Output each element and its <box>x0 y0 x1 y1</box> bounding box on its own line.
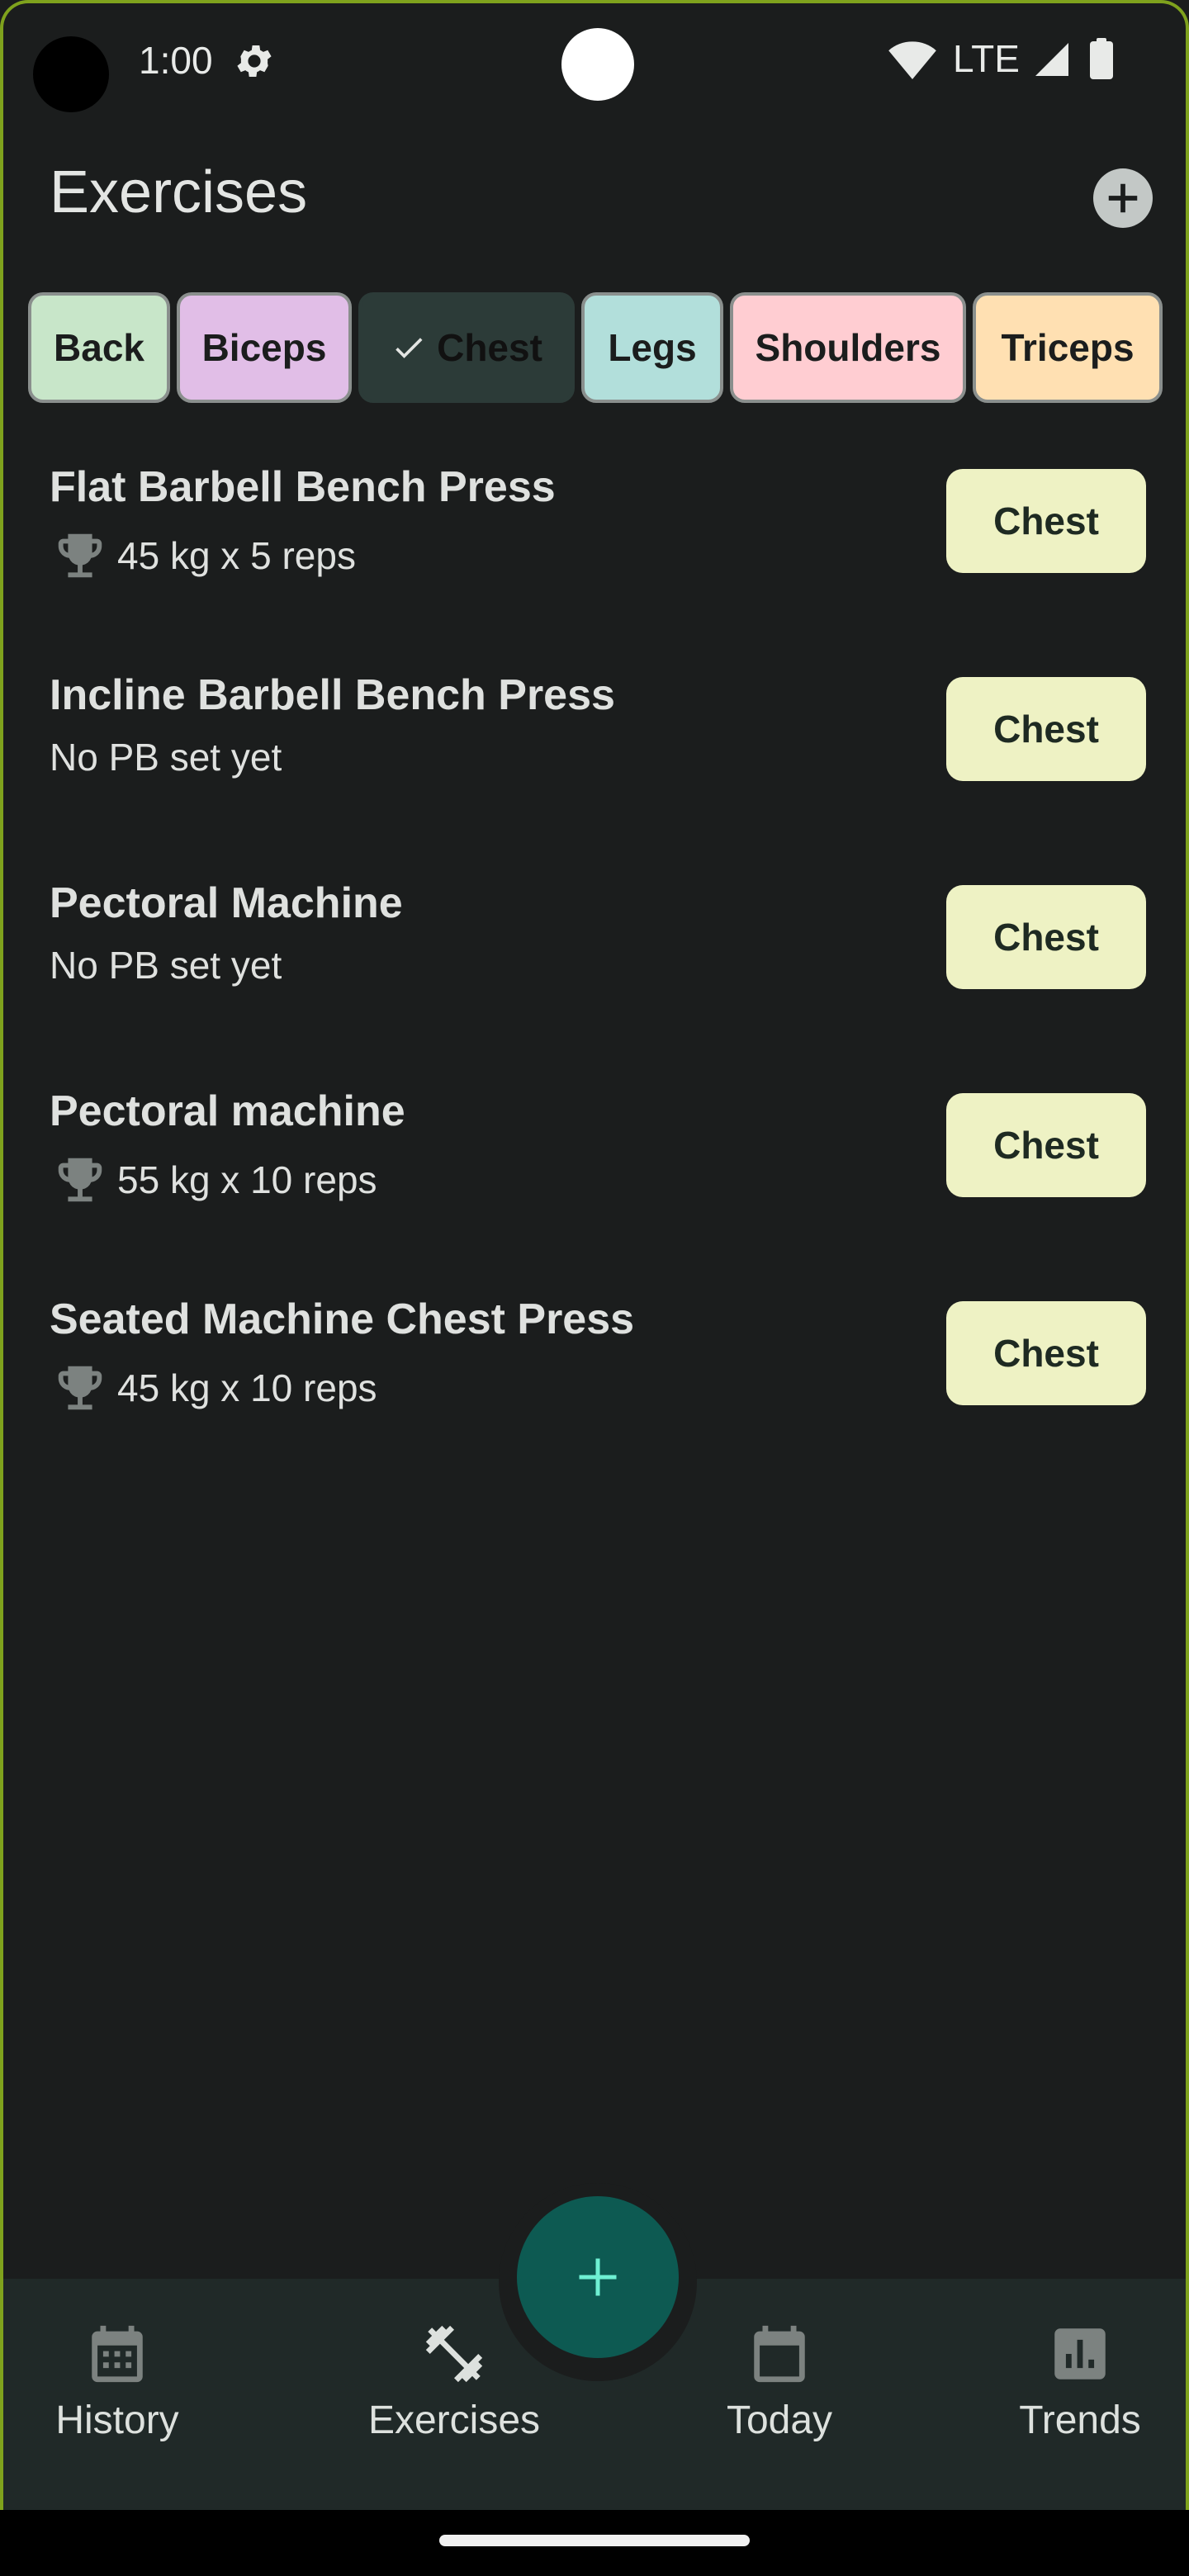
nav-label: History <box>55 2398 179 2442</box>
nav-label: Exercises <box>367 2398 541 2442</box>
calendar-grid-icon <box>92 2325 143 2383</box>
exercise-pb: 55 kg x 10 reps <box>50 1151 377 1209</box>
home-gesture-handle[interactable] <box>439 2535 750 2546</box>
category-tag: Chest <box>946 1301 1146 1405</box>
battery-icon <box>1090 38 1113 79</box>
exercise-row[interactable]: Pectoral machine 55 kg x 10 reps Chest <box>3 1073 1186 1281</box>
add-workout-fab[interactable] <box>517 2196 679 2358</box>
camera-notification-icon <box>33 36 109 112</box>
chip-label: Chest <box>437 326 542 369</box>
exercise-name: Seated Machine Chest Press <box>50 1295 635 1343</box>
chip-label: Legs <box>608 326 697 369</box>
front-camera-cutout <box>561 28 634 101</box>
exercise-name: Pectoral Machine <box>50 879 403 927</box>
filter-chip-legs[interactable]: Legs <box>581 292 723 403</box>
exercise-name: Flat Barbell Bench Press <box>50 463 556 511</box>
bar-chart-icon <box>1054 2328 1106 2379</box>
network-type: LTE <box>953 37 1020 80</box>
trophy-icon <box>58 533 102 578</box>
calendar-icon <box>754 2325 805 2383</box>
category-tag: Chest <box>946 469 1146 573</box>
exercise-row[interactable]: Seated Machine Chest Press 45 kg x 10 re… <box>3 1281 1186 1489</box>
chip-label: Biceps <box>201 326 327 369</box>
category-tag: Chest <box>946 1093 1146 1197</box>
filter-chip-triceps[interactable]: Triceps <box>973 292 1163 403</box>
filter-chip-back[interactable]: Back <box>28 292 170 403</box>
trophy-icon <box>58 1366 102 1410</box>
app-frame: 1:00 LTE Exercises Back Biceps Chest Leg… <box>0 0 1189 2510</box>
trophy-icon <box>58 1158 102 1202</box>
wifi-icon <box>888 41 936 79</box>
exercise-name: Pectoral machine <box>50 1087 405 1135</box>
category-tag: Chest <box>946 885 1146 989</box>
chip-label: Back <box>54 326 144 369</box>
add-circle-icon[interactable] <box>1093 168 1153 228</box>
status-bar: 1:00 LTE <box>3 3 1186 119</box>
filter-chip-chest[interactable]: Chest <box>358 292 575 403</box>
nav-label: Today <box>726 2398 833 2442</box>
exercise-row[interactable]: Incline Barbell Bench Press No PB set ye… <box>3 657 1186 865</box>
exercise-row[interactable]: Flat Barbell Bench Press 45 kg x 5 reps … <box>3 449 1186 657</box>
exercise-pb: No PB set yet <box>50 943 282 987</box>
filter-chip-biceps[interactable]: Biceps <box>177 292 352 403</box>
exercise-pb: 45 kg x 10 reps <box>50 1359 377 1417</box>
pb-text: 55 kg x 10 reps <box>117 1158 377 1201</box>
nav-label: Trends <box>1019 2398 1141 2442</box>
pb-text: 45 kg x 5 reps <box>117 534 356 577</box>
chip-label: Shoulders <box>755 326 941 369</box>
nav-item-history[interactable]: History <box>28 2279 206 2510</box>
filter-chip-shoulders[interactable]: Shoulders <box>730 292 966 403</box>
settings-gear-icon <box>237 45 272 77</box>
page-title: Exercises <box>50 159 308 225</box>
plus-icon <box>1108 183 1138 213</box>
exercise-row[interactable]: Pectoral Machine No PB set yet Chest <box>3 865 1186 1073</box>
pb-text: No PB set yet <box>50 736 282 779</box>
exercise-name: Incline Barbell Bench Press <box>50 671 615 719</box>
pb-text: 45 kg x 10 reps <box>117 1366 377 1409</box>
cell-signal-icon <box>1035 43 1068 76</box>
pb-text: No PB set yet <box>50 944 282 987</box>
exercise-pb: No PB set yet <box>50 735 282 779</box>
nav-item-trends[interactable]: Trends <box>1011 2279 1149 2510</box>
exercise-list: Flat Barbell Bench Press 45 kg x 5 reps … <box>3 449 1186 1489</box>
category-filter-chips: Back Biceps Chest Legs Shoulders Triceps <box>28 292 1163 403</box>
plus-icon <box>579 2258 617 2296</box>
nav-item-today[interactable]: Today <box>713 2279 846 2510</box>
status-time: 1:00 <box>139 39 213 82</box>
exercise-pb: 45 kg x 5 reps <box>50 527 356 585</box>
chip-label: Triceps <box>1001 326 1135 369</box>
check-icon <box>396 338 423 358</box>
category-tag: Chest <box>946 677 1146 781</box>
dumbbell-icon <box>425 2325 483 2383</box>
